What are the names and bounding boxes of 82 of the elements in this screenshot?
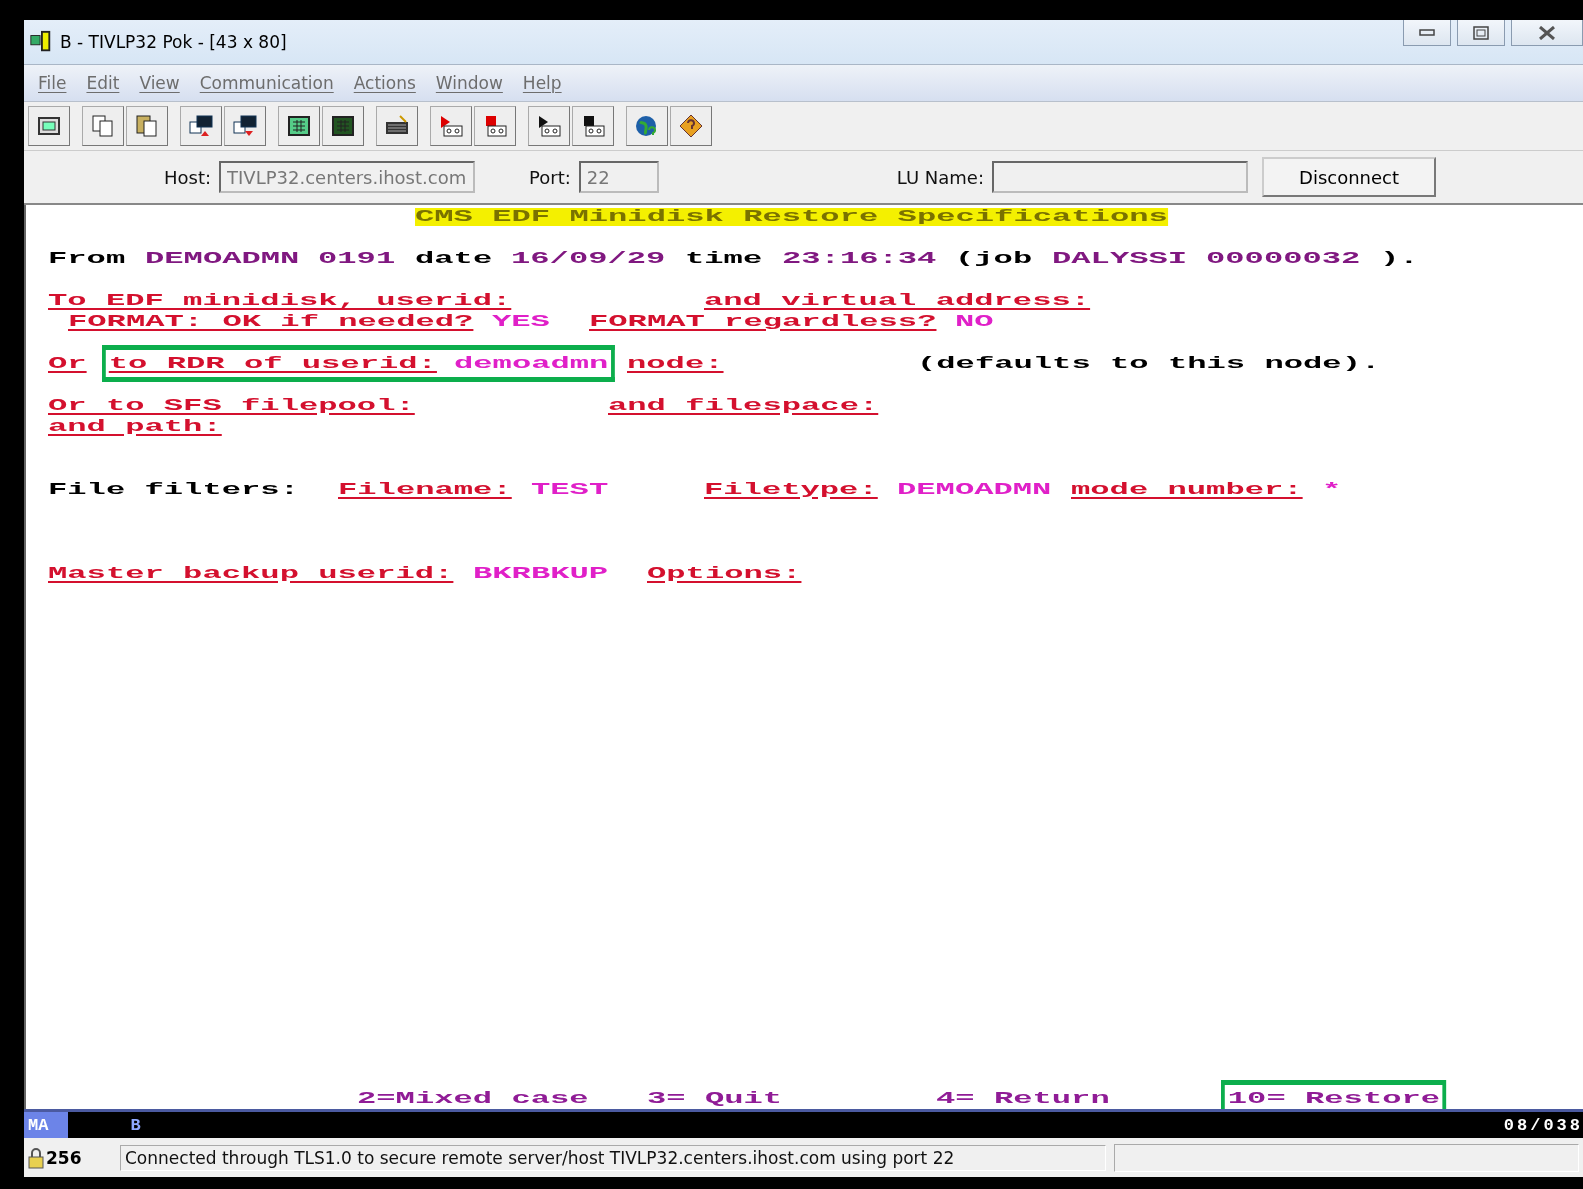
oia-session: B (130, 1115, 142, 1135)
toolbar-button[interactable] (322, 106, 364, 146)
field-value[interactable]: TEST (530, 479, 608, 500)
send-file-icon (188, 113, 214, 139)
status-message: Connected through TLS1.0 to secure remote server/host TIVLP32.centers.ihost.com using port 22 (120, 1144, 1106, 1171)
field-label: FORMAT: OK if needed? (67, 311, 473, 332)
minimize-button[interactable] (1403, 20, 1451, 46)
maximize-button[interactable] (1457, 20, 1505, 46)
disconnect-button[interactable]: Disconnect (1262, 157, 1436, 197)
toolbar-button[interactable] (180, 106, 222, 146)
field-label: Master backup userid: (48, 563, 454, 584)
field-value[interactable]: BKRBKUP (472, 563, 608, 584)
field-value[interactable]: DEMOADMN (897, 479, 1052, 500)
info-value: DALYSSI (1051, 248, 1187, 269)
field-label: Filename: (337, 479, 512, 500)
field-label: and path: (48, 416, 223, 437)
menu-item[interactable]: Communication (191, 73, 342, 93)
field-label: FORMAT regardless? (588, 311, 937, 332)
field-label: Options: (646, 563, 801, 584)
window-title: B - TIVLP32 Pok - [43 x 80] (60, 32, 288, 52)
minimize-icon (1419, 28, 1435, 37)
record-play-icon (438, 113, 464, 139)
menu-item[interactable]: Edit (78, 73, 128, 93)
help-icon (678, 113, 704, 139)
field-label: and virtual address: (704, 290, 1091, 311)
field-label: node: (627, 353, 724, 374)
field-label: Or to SFS filepool: (48, 395, 416, 416)
field-value[interactable]: NO (955, 311, 994, 332)
oia-mode: MA (24, 1112, 69, 1138)
menu-item[interactable]: Actions (345, 73, 424, 93)
menu-item[interactable]: Window (427, 73, 511, 93)
function-key[interactable]: 2=Mixed case (357, 1088, 589, 1109)
menu-item[interactable]: View (131, 73, 188, 93)
grid-icon (286, 113, 312, 139)
toolbar-button[interactable] (278, 106, 320, 146)
field-value[interactable]: demoadmn (453, 345, 615, 382)
host-label: Host: (164, 166, 212, 188)
toolbar-button[interactable] (28, 106, 70, 146)
field-label: mode number: (1071, 479, 1303, 500)
host-field[interactable]: TIVLP32.centers.ihost.com (219, 161, 476, 193)
function-key[interactable]: 3= Quit (646, 1088, 782, 1109)
screen-text: From (48, 248, 126, 269)
info-value: 0191 (318, 248, 396, 269)
grid-icon (330, 113, 356, 139)
screen-text: File filters: (48, 479, 300, 500)
toolbar-button[interactable] (572, 106, 614, 146)
screen-text: date (414, 248, 493, 269)
screen-text: ). (1379, 248, 1419, 269)
function-key[interactable]: 4= Return (935, 1088, 1110, 1109)
field-label: Filetype: (704, 479, 879, 500)
field-label: Or (48, 353, 87, 374)
field-value[interactable]: * (1321, 479, 1342, 500)
session-count: 256 (46, 1147, 82, 1168)
screen-title: CMS EDF Minidisk Restore Specifications (414, 207, 1168, 226)
cursor-position: 08/038 (1503, 1115, 1583, 1135)
lock-icon (28, 1146, 44, 1169)
maximize-icon (1473, 25, 1489, 40)
close-icon (1538, 25, 1556, 40)
info-value: DEMOADMN (144, 248, 300, 269)
toolbar-button[interactable] (376, 106, 418, 146)
screen-text: (defaults to this node). (916, 353, 1380, 374)
info-value: 00000032 (1206, 248, 1361, 269)
port-field[interactable]: 22 (578, 161, 659, 193)
field-value[interactable]: YES (492, 311, 551, 332)
toolbar-button[interactable] (528, 106, 570, 146)
copy-icon (90, 113, 116, 139)
close-button[interactable] (1511, 20, 1583, 46)
info-value: 23:16:34 (781, 248, 937, 269)
info-value: 16/09/29 (511, 248, 666, 269)
lu-name-label: LU Name: (896, 166, 984, 188)
toolbar-button[interactable] (224, 106, 266, 146)
toolbar-button[interactable] (670, 106, 712, 146)
field-label: and filespace: (607, 395, 879, 416)
lu-name-field[interactable] (992, 161, 1248, 193)
menu-item[interactable]: File (30, 73, 75, 93)
tape-play-icon (536, 113, 562, 139)
field-label: To EDF minidisk, userid: (48, 290, 512, 311)
screen-text: (job (955, 248, 1033, 269)
screen-text: time (685, 248, 763, 269)
paste-icon (134, 113, 160, 139)
port-label: Port: (529, 166, 571, 188)
menu-item[interactable]: Help (514, 73, 570, 93)
